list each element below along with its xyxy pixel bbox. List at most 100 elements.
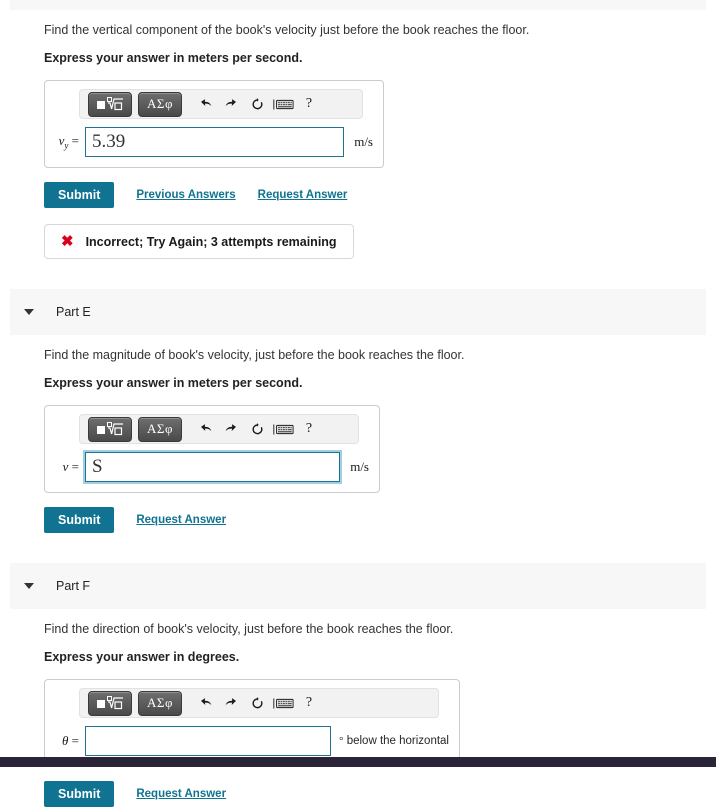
chevron-down-icon[interactable] [24, 583, 34, 589]
question-text: Find the direction of book's velocity, j… [44, 622, 454, 636]
onscreen-keyboard-icon [273, 98, 294, 110]
variable-symbol: v [62, 459, 69, 474]
submit-button[interactable]: Submit [44, 182, 115, 208]
answer-input-row: θ = ° below the horizontal [55, 726, 449, 756]
instruction-text: Express your answer in meters per second… [44, 51, 303, 65]
template-matrix-radical-icon [97, 96, 123, 110]
math-toolbar: ΑΣφ ? [79, 414, 359, 444]
answer-input-row: v = m/s [55, 452, 369, 482]
onscreen-keyboard-icon [273, 423, 294, 435]
symbol-button[interactable]: ΑΣφ [138, 416, 182, 442]
answer-input[interactable] [85, 726, 332, 756]
reset-circular-arrow-icon [251, 97, 262, 109]
template-button[interactable] [88, 91, 132, 117]
template-button[interactable] [88, 416, 132, 442]
variable-subscript: y [64, 140, 69, 151]
help-icon[interactable]: ? [296, 690, 322, 716]
request-answer-link[interactable]: Request Answer [258, 189, 348, 201]
part-header-e[interactable]: Part E [10, 289, 706, 335]
question-text: Find the vertical component of the book'… [44, 23, 530, 37]
variable-label: vy = [55, 133, 85, 151]
math-toolbar: ΑΣφ ? [79, 89, 363, 119]
redo-icon[interactable] [218, 416, 244, 442]
answer-box: ΑΣφ [44, 80, 384, 168]
feedback-banner: ✖ Incorrect; Try Again; 3 attempts remai… [44, 224, 354, 259]
submit-button[interactable]: Submit [44, 507, 115, 533]
equals-sign: = [71, 133, 79, 149]
math-toolbar: ΑΣφ ? [79, 688, 439, 718]
reset-icon[interactable] [244, 690, 270, 716]
reset-icon[interactable] [244, 91, 270, 117]
symbol-button-label: ΑΣφ [147, 695, 173, 710]
undo-icon[interactable] [192, 91, 218, 117]
chevron-down-icon[interactable] [24, 309, 34, 315]
instruction-text: Express your answer in meters per second… [44, 376, 303, 390]
top-band [10, 0, 706, 10]
undo-arrow-icon [200, 423, 211, 431]
part-e-body: Find the magnitude of book's velocity, j… [0, 335, 716, 533]
help-icon[interactable]: ? [296, 416, 322, 442]
onscreen-keyboard-icon [273, 697, 294, 709]
request-answer-link[interactable]: Request Answer [136, 514, 226, 526]
redo-arrow-icon [225, 697, 236, 705]
symbol-button-label: ΑΣφ [147, 421, 173, 436]
template-button[interactable] [88, 690, 132, 716]
submit-button[interactable]: Submit [44, 781, 115, 807]
keyboard-icon[interactable] [270, 91, 296, 117]
reset-circular-arrow-icon [251, 422, 262, 434]
redo-icon[interactable] [218, 690, 244, 716]
unit-label: m/s [350, 459, 369, 474]
variable-label: θ = [55, 733, 85, 749]
variable-label: v = [55, 459, 85, 475]
bottom-bar [0, 757, 716, 767]
template-matrix-radical-icon [97, 421, 123, 435]
undo-arrow-icon [200, 98, 211, 106]
feedback-text: Incorrect; Try Again; 3 attempts remaini… [85, 234, 337, 249]
instruction-text: Express your answer in degrees. [44, 650, 240, 664]
symbol-button-label: ΑΣφ [147, 96, 173, 111]
redo-icon[interactable] [218, 91, 244, 117]
undo-icon[interactable] [192, 690, 218, 716]
unit-label: m/s [354, 134, 373, 149]
action-row: Submit Request Answer [44, 781, 672, 807]
help-icon-label: ? [305, 96, 313, 111]
answer-input[interactable] [85, 452, 341, 482]
request-answer-link[interactable]: Request Answer [136, 788, 226, 800]
help-icon-label: ? [305, 421, 313, 436]
symbol-button[interactable]: ΑΣφ [138, 690, 182, 716]
keyboard-icon[interactable] [270, 416, 296, 442]
part-f-body: Find the direction of book's velocity, j… [0, 609, 716, 807]
reset-icon[interactable] [244, 416, 270, 442]
part-d-body: Find the vertical component of the book'… [0, 10, 716, 259]
previous-answers-link[interactable]: Previous Answers [136, 189, 235, 201]
help-icon[interactable]: ? [296, 91, 322, 117]
part-title-e: Part E [56, 305, 91, 319]
answer-input[interactable] [85, 127, 345, 157]
redo-arrow-icon [225, 98, 236, 106]
undo-icon[interactable] [192, 416, 218, 442]
assignment-page: Find the vertical component of the book'… [0, 10, 716, 807]
unit-text: below the horizontal [346, 735, 449, 747]
equals-sign: = [71, 733, 79, 748]
equals-sign: = [71, 459, 79, 474]
action-row: Submit Request Answer [44, 507, 672, 533]
answer-box: ΑΣφ [44, 679, 460, 767]
unit-label: ° below the horizontal [331, 735, 449, 747]
reset-circular-arrow-icon [251, 696, 262, 708]
degree-symbol: ° [339, 735, 344, 747]
redo-arrow-icon [225, 423, 236, 431]
symbol-button[interactable]: ΑΣφ [138, 91, 182, 117]
action-row: Submit Previous Answers Request Answer [44, 182, 672, 208]
part-header-f[interactable]: Part F [10, 563, 706, 609]
undo-arrow-icon [200, 697, 211, 705]
part-title-f: Part F [56, 579, 91, 593]
question-text: Find the magnitude of book's velocity, j… [44, 348, 465, 362]
answer-box: ΑΣφ [44, 405, 380, 493]
incorrect-x-icon: ✖ [61, 233, 74, 250]
template-matrix-radical-icon [97, 695, 123, 709]
help-icon-label: ? [305, 695, 313, 710]
answer-input-row: vy = m/s [55, 127, 373, 157]
keyboard-icon[interactable] [270, 690, 296, 716]
